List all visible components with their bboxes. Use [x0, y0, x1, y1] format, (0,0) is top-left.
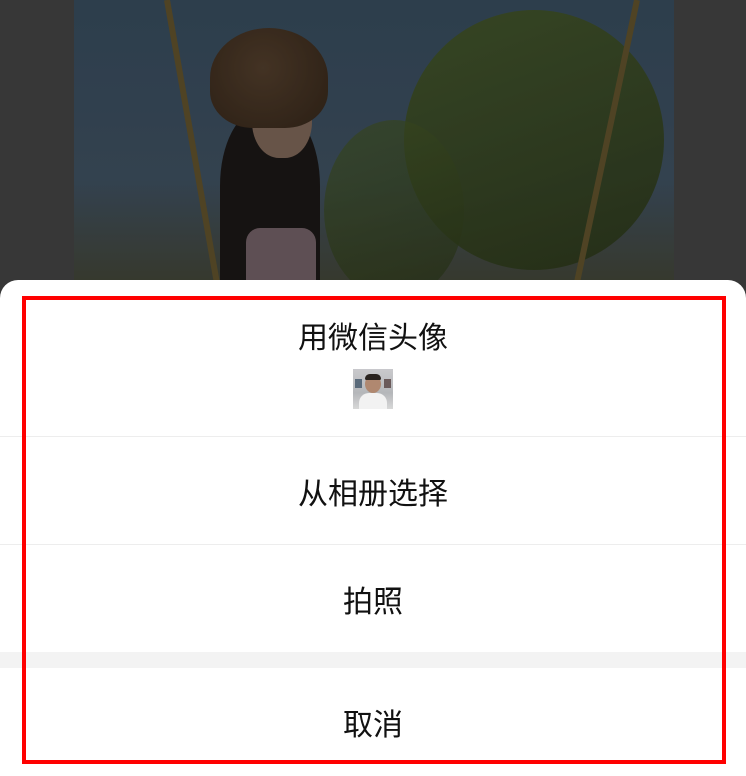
avatar-bg-frame [384, 379, 391, 388]
choose-from-album-label: 从相册选择 [298, 476, 448, 512]
avatar-hair [365, 374, 381, 380]
avatar-body [359, 393, 387, 409]
use-wechat-avatar-option[interactable]: 用微信头像 [0, 280, 746, 436]
action-sheet: 用微信头像 从相册选择 拍照 取消 [0, 280, 746, 776]
screen: 用微信头像 从相册选择 拍照 取消 [0, 0, 746, 776]
avatar-bg-frame [355, 379, 362, 388]
use-wechat-avatar-label: 用微信头像 [298, 321, 448, 356]
take-photo-option[interactable]: 拍照 [0, 545, 746, 652]
cancel-label: 取消 [343, 708, 403, 743]
separator-band [0, 652, 746, 668]
choose-from-album-option[interactable]: 从相册选择 [0, 437, 746, 544]
take-photo-label: 拍照 [343, 584, 403, 620]
wechat-avatar-thumbnail [353, 369, 393, 409]
cancel-button[interactable]: 取消 [0, 668, 746, 776]
